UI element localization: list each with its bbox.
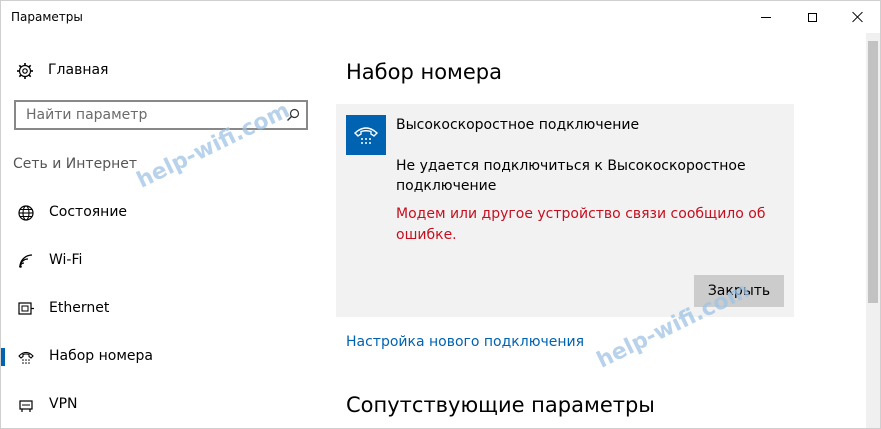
new-connection-link[interactable]: Настройка нового подключения xyxy=(346,334,584,350)
window-title: Параметры xyxy=(11,10,83,24)
settings-window: Параметры Главная Найти параметр Сеть и … xyxy=(0,0,881,429)
sidebar-item-label: VPN xyxy=(49,396,78,412)
sidebar-item-vpn[interactable]: VPN xyxy=(1,385,321,425)
minimize-icon xyxy=(761,16,771,18)
page-title: Набор номера xyxy=(346,60,503,84)
minimize-button[interactable] xyxy=(743,1,789,33)
error-message: Модем или другое устройство связи сообщи… xyxy=(396,206,766,243)
scrollbar-thumb[interactable] xyxy=(868,41,878,303)
section-title: Сеть и Интернет xyxy=(13,156,137,172)
sidebar-item-wifi[interactable]: Wi-Fi xyxy=(1,241,321,281)
connection-name: Высокоскоростное подключение xyxy=(396,117,640,133)
globe-icon xyxy=(18,205,34,221)
phone-icon xyxy=(353,127,379,144)
sidebar: Главная Найти параметр Сеть и Интернет С… xyxy=(1,33,336,428)
related-settings-title: Сопутствующие параметры xyxy=(346,393,655,417)
sidebar-item-status[interactable]: Состояние xyxy=(1,193,321,233)
maximize-icon xyxy=(807,12,817,22)
scrollbar[interactable] xyxy=(866,33,880,428)
sidebar-item-ethernet[interactable]: Ethernet xyxy=(1,289,321,329)
ethernet-icon xyxy=(18,302,34,315)
wifi-icon xyxy=(19,254,33,268)
home-link[interactable]: Главная xyxy=(1,57,321,85)
close-icon xyxy=(852,11,864,23)
search-placeholder: Найти параметр xyxy=(26,107,148,123)
dialup-connection-icon xyxy=(346,115,386,155)
dialup-phone-icon xyxy=(18,351,34,364)
vpn-icon xyxy=(19,400,33,412)
sidebar-item-label: Набор номера xyxy=(49,348,154,364)
gear-icon xyxy=(17,63,33,79)
close-window-button[interactable] xyxy=(835,1,880,33)
connection-message: Не удается подключиться к Высокоскоростн… xyxy=(396,158,746,194)
sidebar-item-label: Ethernet xyxy=(49,300,110,316)
sidebar-item-label: Wi-Fi xyxy=(49,252,83,268)
sidebar-item-label: Состояние xyxy=(49,204,128,220)
title-bar: Параметры xyxy=(1,1,880,33)
home-label: Главная xyxy=(48,62,109,78)
sidebar-item-dialup[interactable]: Набор номера xyxy=(1,337,321,377)
maximize-button[interactable] xyxy=(789,1,835,33)
